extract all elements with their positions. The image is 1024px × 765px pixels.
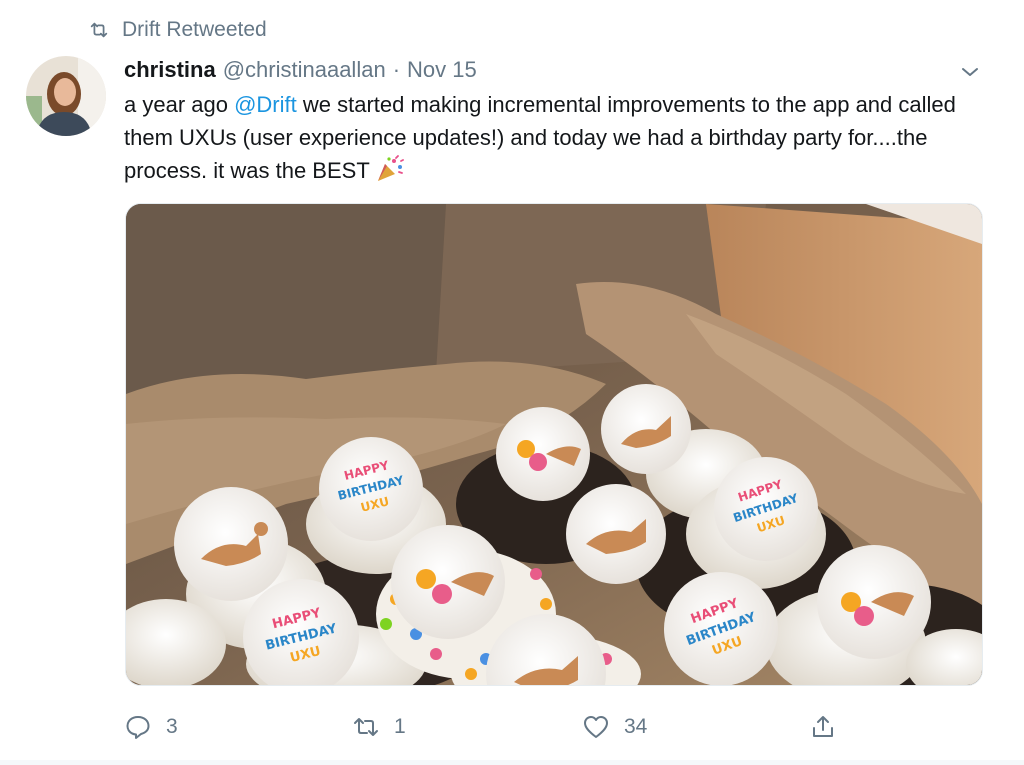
mention-link[interactable]: @Drift: [234, 92, 297, 117]
divider: [0, 760, 1024, 765]
party-popper-icon: [377, 155, 404, 181]
share-button[interactable]: [809, 705, 837, 749]
topper-deer-1: [174, 487, 288, 601]
topper-deer-balloons: [496, 407, 590, 501]
topper-deer-balloons-3: [817, 545, 931, 659]
topper-happy-birthday-2: HAPPY BIRTHDAY UXU: [714, 457, 818, 561]
cupcakes-photo: HAPPY BIRTHDAY UXU HAPPY BIRTHDAY UXU HA…: [126, 204, 982, 685]
topper-happy-birthday-1: HAPPY BIRTHDAY UXU: [319, 437, 423, 541]
retweet-context-label: Drift Retweeted: [122, 18, 267, 41]
retweet-context[interactable]: Drift Retweeted: [88, 17, 267, 43]
chevron-down-icon[interactable]: [958, 60, 982, 84]
reply-button[interactable]: 3: [124, 705, 178, 749]
reply-icon: [126, 716, 150, 739]
topper-deer-balloons-2: [391, 525, 505, 639]
avatar[interactable]: [26, 56, 106, 136]
separator-dot: ·: [392, 57, 401, 82]
topper-happy-birthday-4: HAPPY BIRTHDAY UXU: [664, 572, 778, 685]
tweet-text-part: a year ago: [124, 92, 235, 117]
author-name[interactable]: christina: [124, 57, 216, 83]
tweet-text: a year ago @Drift we started making incr…: [124, 88, 994, 187]
author-handle[interactable]: @christinaaallan: [223, 57, 386, 83]
topper-deer-3: [566, 484, 666, 584]
retweet-icon: [90, 22, 108, 38]
like-button[interactable]: 34: [582, 705, 647, 749]
reply-count: 3: [166, 715, 178, 738]
heart-icon: [584, 716, 608, 738]
like-count: 34: [624, 715, 648, 738]
tweet-date[interactable]: Nov 15: [407, 57, 477, 83]
retweet-button[interactable]: 1: [352, 705, 406, 749]
retweet-icon: [354, 718, 378, 736]
tweet-header: christina @christinaaallan · Nov 15: [124, 55, 477, 85]
tweet-actions: 3 1 34: [0, 705, 1024, 749]
tweet-media[interactable]: HAPPY BIRTHDAY UXU HAPPY BIRTHDAY UXU HA…: [125, 203, 983, 686]
topper-deer-2: [601, 384, 691, 474]
retweet-count: 1: [394, 715, 406, 738]
share-icon: [813, 716, 833, 737]
